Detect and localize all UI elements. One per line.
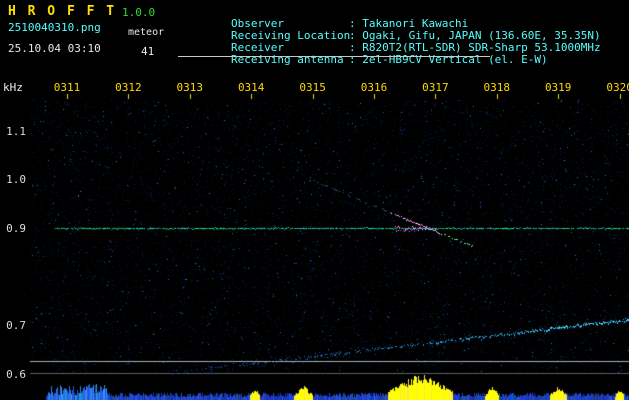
x-tick-label: 0319 [545,81,572,94]
info-row-observer: Observer: Takanori Kawachi [178,6,601,18]
mode-label: meteor [128,27,164,38]
y-tick-label: 0.9 [0,222,26,235]
hrofft-output-window: H R O F F T 1.0.0 2510040310.png meteor … [0,0,629,400]
datetime-label: 25.10.04 03:10 [8,42,101,55]
x-tick-label: 0320 [606,81,629,94]
info-underline [178,56,490,57]
x-tick-label: 0315 [299,81,326,94]
y-tick-label: 1.1 [0,125,26,138]
echo-count: 41 [141,45,154,58]
y-axis-unit-label: kHz [3,81,23,94]
y-tick-label: 0.6 [0,368,26,381]
info-value: 2el-HB9CV Vertical (el. E-W) [362,53,547,66]
x-tick-label: 0317 [422,81,449,94]
app-version: 1.0.0 [122,6,155,19]
output-filename: 2510040310.png [8,21,101,34]
station-info: Observer: Takanori Kawachi Receiving Loc… [178,6,601,54]
x-tick-label: 0312 [115,81,142,94]
info-colon: : [349,53,362,66]
app-title: H R O F F T [8,4,116,19]
x-tick-label: 0311 [54,81,81,94]
x-tick-label: 0316 [361,81,388,94]
x-tick-label: 0313 [177,81,204,94]
y-tick-label: 0.7 [0,319,26,332]
x-tick-label: 0314 [238,81,265,94]
x-tick-label: 0318 [484,81,511,94]
y-tick-label: 1.0 [0,173,26,186]
